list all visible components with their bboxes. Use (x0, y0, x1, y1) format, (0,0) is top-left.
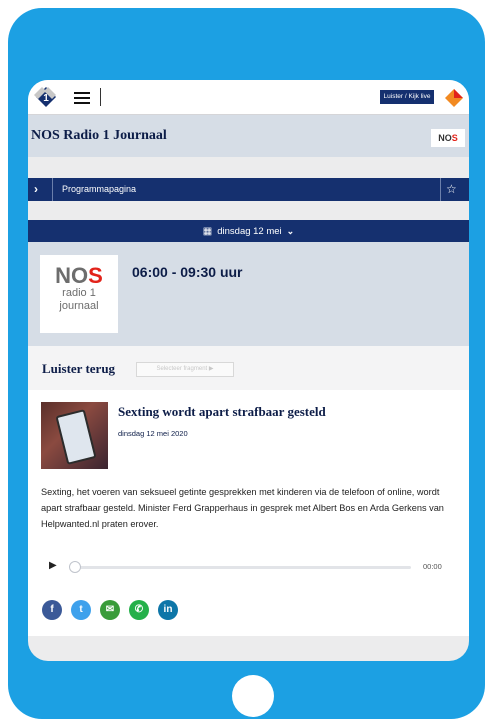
linkedin-icon[interactable]: in (158, 600, 178, 620)
program-page-bar[interactable]: › Programmapagina ☆ (28, 178, 469, 201)
program-info: NOS radio 1 journaal 06:00 - 09:30 uur (28, 242, 469, 346)
whatsapp-icon[interactable]: ✆ (129, 600, 149, 620)
share-buttons: f t ✉ ✆ in (42, 600, 202, 622)
screen: 1 Luister / Kijk live NOS Radio 1 Journa… (28, 80, 469, 661)
phone-image (55, 409, 97, 465)
svg-text:1: 1 (43, 93, 49, 104)
select-fragment-button[interactable]: Selecteer fragment ▶ (136, 362, 234, 377)
chevron-right-icon: › (34, 182, 38, 196)
npo-radio1-logo[interactable]: 1 (34, 85, 64, 109)
listen-live-button[interactable]: Luister / Kijk live (380, 90, 434, 104)
player-time: 00:00 (423, 562, 442, 571)
progress-track[interactable] (73, 566, 411, 569)
email-icon[interactable]: ✉ (100, 600, 120, 620)
article-title[interactable]: Sexting wordt apart strafbaar gesteld (118, 404, 326, 420)
star-icon[interactable]: ☆ (446, 182, 457, 196)
listen-back-bar: Luister terug Selecteer fragment ▶ (28, 346, 469, 390)
calendar-icon: ▦ (202, 226, 213, 237)
home-button[interactable] (232, 675, 274, 717)
program-logo: NOS radio 1 journaal (40, 255, 118, 333)
twitter-icon[interactable]: t (71, 600, 91, 620)
date-label: dinsdag 12 mei (217, 226, 282, 237)
article-body: Sexting, het voeren van seksueel getinte… (41, 487, 444, 529)
program-logo-line2: radio 1 (62, 287, 96, 299)
program-title-bar: NOS Radio 1 Journaal NOS (28, 115, 469, 157)
program-page-link[interactable]: Programmapagina (62, 184, 136, 194)
facebook-icon[interactable]: f (42, 600, 62, 620)
article: Sexting wordt apart strafbaar gesteld di… (28, 390, 469, 636)
divider (100, 88, 101, 106)
progress-knob[interactable] (69, 561, 81, 573)
nos-badge: NOS (431, 129, 465, 147)
listen-back-label: Luister terug (42, 361, 116, 376)
npo-logo[interactable] (444, 88, 464, 108)
chevron-down-icon: ⌄ (286, 226, 295, 236)
article-date: dinsdag 12 mei 2020 (118, 429, 188, 438)
date-selector[interactable]: ▦ dinsdag 12 mei ⌄ (28, 220, 469, 242)
program-logo-line3: journaal (59, 300, 99, 312)
program-logo-nos: NOS (55, 263, 103, 288)
top-bar: 1 Luister / Kijk live (28, 80, 469, 115)
audio-player: ▶ 00:00 (49, 560, 457, 574)
article-thumbnail[interactable] (41, 402, 108, 469)
program-title: NOS Radio 1 Journaal (31, 128, 167, 143)
program-time: 06:00 - 09:30 uur (132, 264, 243, 280)
play-icon[interactable]: ▶ (49, 560, 57, 571)
hamburger-icon[interactable] (74, 92, 90, 104)
